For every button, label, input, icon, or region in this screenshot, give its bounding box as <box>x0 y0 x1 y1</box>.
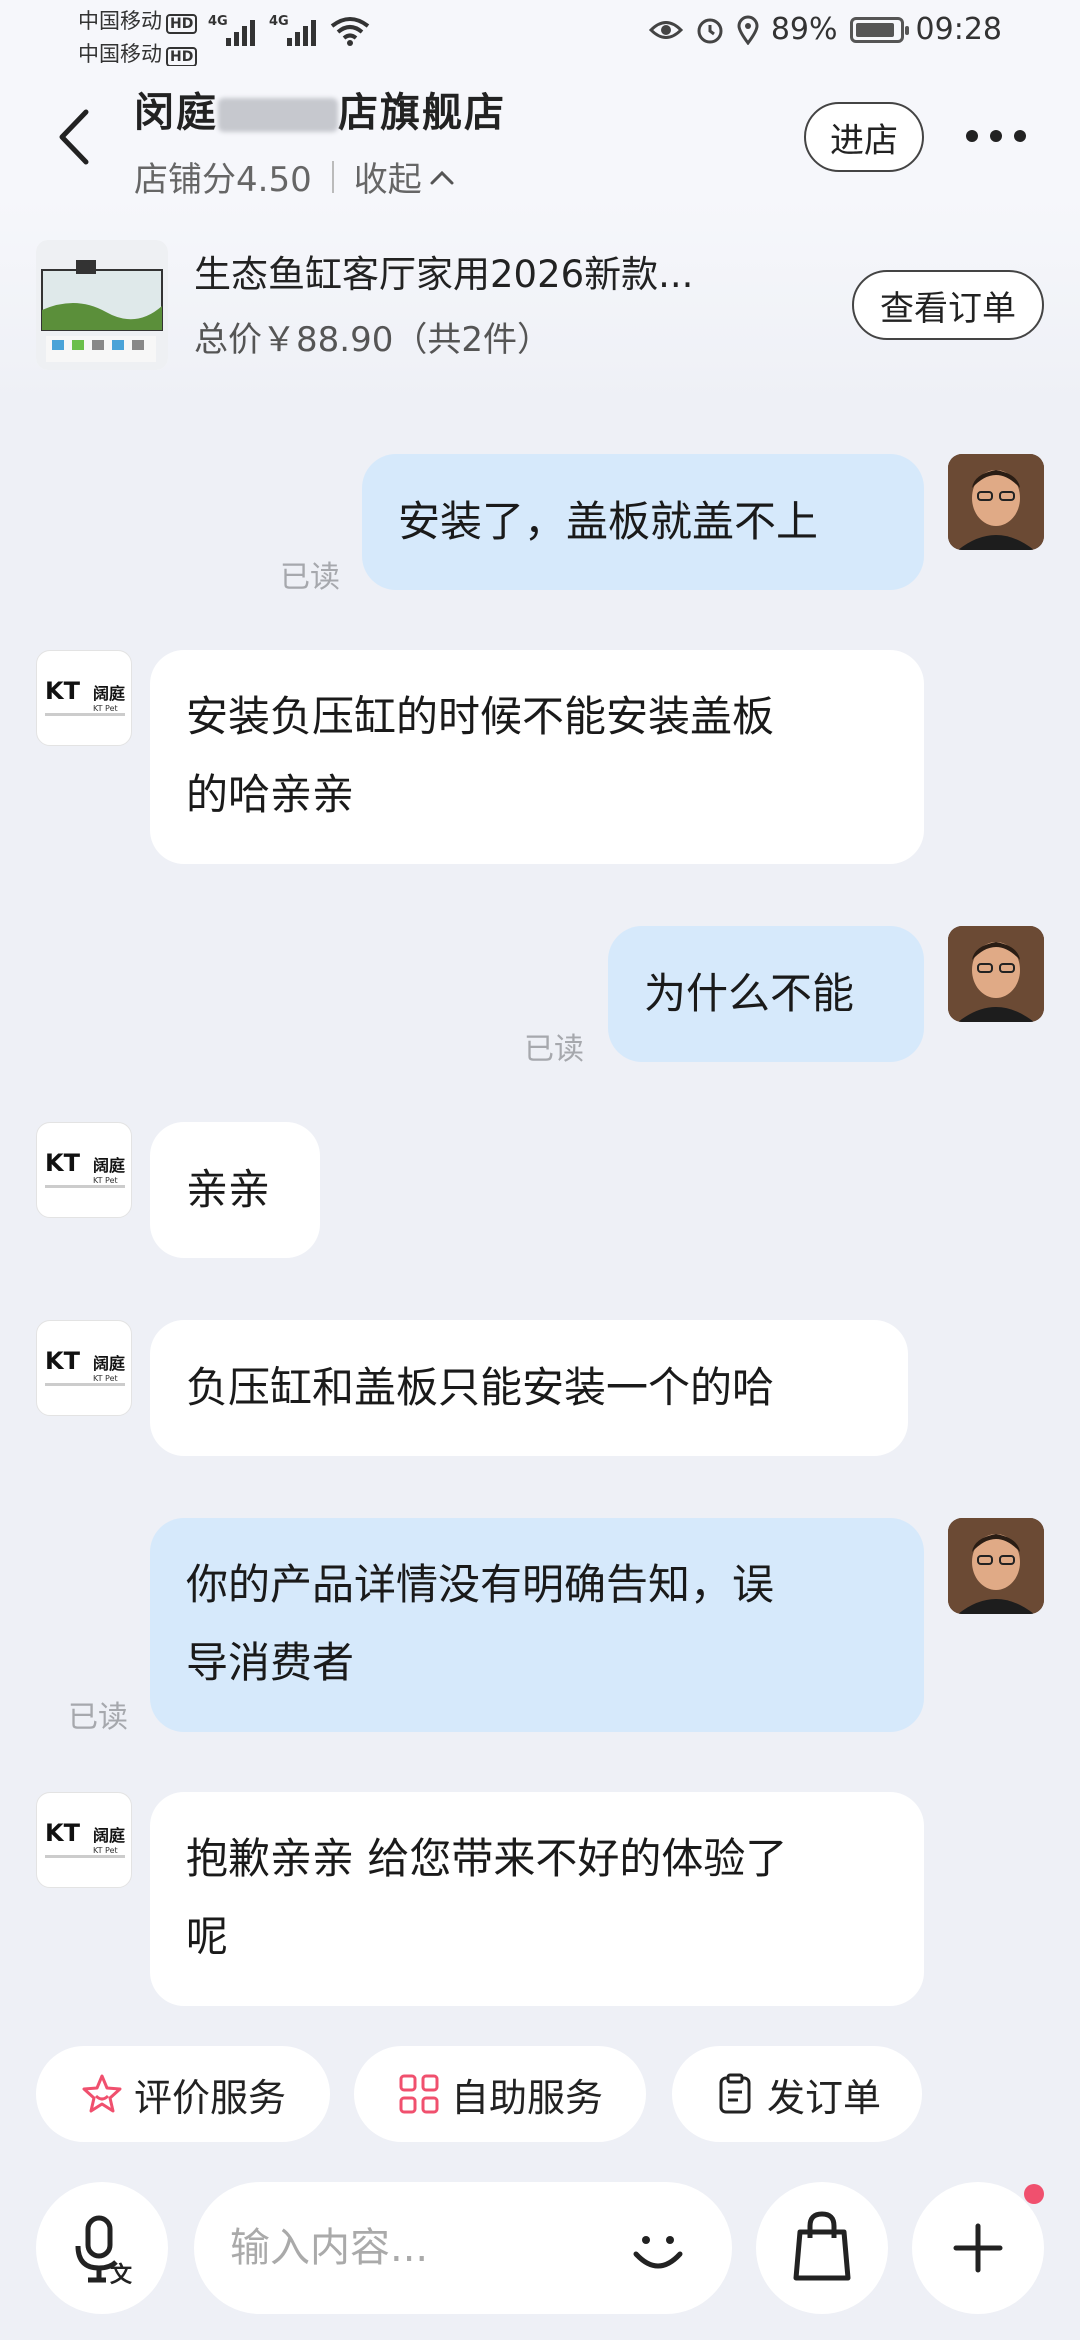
plus-icon <box>953 2223 1003 2273</box>
battery-icon <box>849 16 909 43</box>
network-type: 4G <box>269 14 289 29</box>
grid-apps-icon <box>399 2074 439 2114</box>
clock: 09:28 <box>915 12 1002 47</box>
clipboard-icon <box>719 2073 751 2114</box>
view-order-button[interactable]: 查看订单 <box>852 270 1044 340</box>
shop-avatar[interactable]: KT 阔庭 KT Pet <box>36 650 132 746</box>
collapse-toggle[interactable]: 收起 <box>354 152 422 201</box>
message-bubble-received[interactable]: 亲亲 <box>150 1122 320 1258</box>
user-avatar[interactable] <box>948 926 1044 1022</box>
status-right: 89% 09:28 <box>648 12 1002 47</box>
svg-text:KT Pet: KT Pet <box>93 1846 118 1855</box>
svg-text:KT Pet: KT Pet <box>93 1176 118 1185</box>
redacted-blur <box>218 98 338 132</box>
wifi-icon <box>330 17 370 46</box>
svg-text:KT: KT <box>45 1347 81 1375</box>
microphone-icon: 文 <box>75 2215 133 2288</box>
enter-shop-button[interactable]: 进店 <box>804 102 924 172</box>
shopping-bag-button[interactable] <box>756 2182 888 2314</box>
battery-percent: 89% <box>770 12 838 47</box>
shop-name: 闵庭 店旗舰店 <box>134 80 506 138</box>
signal-icon: 4G <box>208 14 255 46</box>
message-text: 安装了，盖板就盖不上 <box>398 497 819 546</box>
svg-text:KT: KT <box>45 677 81 705</box>
carrier-info: 中国移动 HD 中国移动 HD <box>78 6 198 72</box>
back-arrow-icon[interactable] <box>50 102 100 172</box>
notification-dot <box>1024 2184 1044 2204</box>
emoji-icon[interactable] <box>624 2216 692 2284</box>
self-service-button[interactable]: 自助服务 <box>354 2046 646 2142</box>
order-card[interactable]: 生态鱼缸客厅家用2026新款... 总价￥88.90（共2件） 查看订单 <box>0 196 1080 406</box>
rate-service-button[interactable]: 评价服务 <box>36 2046 330 2142</box>
message-text: 安装负压缸的时候不能安装盖板 <box>186 692 775 741</box>
message-bubble-sent[interactable]: 为什么不能 <box>608 926 924 1062</box>
rate-service-label: 评价服务 <box>133 2075 286 2120</box>
eye-icon <box>648 20 683 39</box>
alarm-icon <box>697 18 723 43</box>
quick-actions: 评价服务 自助服务 发订单 <box>0 2046 1080 2146</box>
voice-input-button[interactable]: 文 <box>36 2182 168 2314</box>
svg-text:KT Pet: KT Pet <box>93 1374 118 1383</box>
send-order-label: 发订单 <box>766 2075 881 2120</box>
read-status: 已读 <box>280 560 340 595</box>
chevron-up-icon[interactable] <box>428 167 456 187</box>
message-bubble-sent[interactable]: 你的产品详情没有明确告知，误 导消费者 <box>150 1518 924 1732</box>
message-text: 导消费者 <box>186 1638 355 1687</box>
input-bar: 文 <box>0 2160 1080 2340</box>
message-bubble-received[interactable]: 负压缸和盖板只能安装一个的哈 <box>150 1320 908 1456</box>
svg-text:阔庭: 阔庭 <box>93 1156 125 1175</box>
message-text: 呢 <box>186 1912 229 1961</box>
svg-text:阔庭: 阔庭 <box>93 1354 125 1373</box>
shopping-bag-icon <box>793 2211 851 2281</box>
shop-meta: 店铺分4.50 收起 <box>134 152 456 201</box>
message-bubble-received[interactable]: 安装负压缸的时候不能安装盖板 的哈亲亲 <box>150 650 924 864</box>
carrier-2: 中国移动 <box>78 42 162 66</box>
svg-text:KT: KT <box>45 1149 81 1177</box>
star-icon <box>82 2074 122 2113</box>
divider <box>331 160 334 193</box>
message-text: 的哈亲亲 <box>186 770 355 819</box>
self-service-label: 自助服务 <box>450 2075 603 2120</box>
status-bar: 中国移动 HD 中国移动 HD 4G 4G 89% 09:28 <box>0 0 1080 67</box>
order-title[interactable]: 生态鱼缸客厅家用2026新款... <box>194 244 693 298</box>
svg-text:KT: KT <box>45 1819 81 1847</box>
read-status: 已读 <box>524 1032 584 1067</box>
send-order-button[interactable]: 发订单 <box>672 2046 922 2142</box>
read-status: 已读 <box>68 1700 128 1735</box>
signal-icon: 4G <box>269 14 316 46</box>
order-price: 总价￥88.90（共2件） <box>194 320 551 360</box>
shop-name-end: 店旗舰店 <box>338 90 506 136</box>
shop-avatar[interactable]: KT 阔庭 KT Pet <box>36 1122 132 1218</box>
hd-badge: HD <box>166 47 198 67</box>
svg-text:阔庭: 阔庭 <box>93 1826 125 1845</box>
chat-header: 闵庭 店旗舰店 店铺分4.50 收起 进店 <box>0 66 1080 200</box>
svg-text:KT Pet: KT Pet <box>93 704 118 713</box>
location-icon <box>737 15 759 45</box>
user-avatar[interactable] <box>948 1518 1044 1614</box>
user-avatar[interactable] <box>948 454 1044 550</box>
message-text: 你的产品详情没有明确告知，误 <box>186 1560 775 1609</box>
network-signals: 4G 4G <box>208 14 370 46</box>
more-icon[interactable] <box>964 126 1028 146</box>
network-type: 4G <box>208 14 228 29</box>
shop-score: 店铺分4.50 <box>134 160 312 200</box>
shop-avatar[interactable]: KT 阔庭 KT Pet <box>36 1320 132 1416</box>
more-actions-button[interactable] <box>912 2182 1044 2314</box>
shop-avatar[interactable]: KT 阔庭 KT Pet <box>36 1792 132 1888</box>
shop-name-start: 闵庭 <box>134 90 218 136</box>
carrier-1: 中国移动 <box>78 9 162 33</box>
svg-text:阔庭: 阔庭 <box>93 684 125 703</box>
product-thumbnail[interactable] <box>36 240 168 370</box>
svg-text:文: 文 <box>110 2262 133 2288</box>
message-text: 负压缸和盖板只能安装一个的哈 <box>186 1363 775 1412</box>
hd-badge: HD <box>166 14 198 34</box>
message-bubble-received[interactable]: 抱歉亲亲 给您带来不好的体验了 呢 <box>150 1792 924 2006</box>
message-text: 为什么不能 <box>644 969 855 1018</box>
message-bubble-sent[interactable]: 安装了，盖板就盖不上 <box>362 454 924 590</box>
message-text: 抱歉亲亲 给您带来不好的体验了 <box>186 1834 788 1883</box>
message-text: 亲亲 <box>186 1165 271 1214</box>
